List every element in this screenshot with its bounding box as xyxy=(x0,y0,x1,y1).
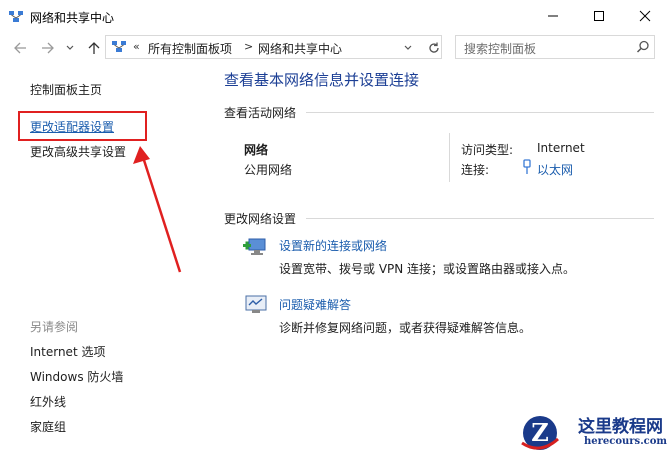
access-type-value: Internet xyxy=(537,141,585,155)
troubleshoot-icon xyxy=(245,295,267,313)
network-type: 公用网络 xyxy=(244,163,293,177)
network-center-icon xyxy=(9,11,23,22)
window-title: 网络和共享中心 xyxy=(30,11,115,25)
ethernet-link[interactable]: 以太网 xyxy=(537,161,573,178)
watermark-url: herecours.com xyxy=(584,436,668,447)
title-bar: 网络和共享中心 xyxy=(0,0,668,32)
chevron-down-icon[interactable] xyxy=(403,43,413,53)
network-name: 网络 xyxy=(244,143,269,157)
minimize-button[interactable] xyxy=(530,0,576,32)
breadcrumb-overflow[interactable]: « xyxy=(133,40,140,53)
connections-label: 连接: xyxy=(461,163,490,177)
infrared-link[interactable]: 红外线 xyxy=(30,393,66,410)
see-also-heading: 另请参阅 xyxy=(30,320,79,334)
windows-firewall-link[interactable]: Windows 防火墙 xyxy=(30,368,123,385)
access-type-label: 访问类型: xyxy=(461,143,514,157)
arrow-left-icon xyxy=(14,42,26,54)
page-title: 查看基本网络信息并设置连接 xyxy=(224,71,420,89)
svg-text:Z: Z xyxy=(531,418,549,447)
setup-new-connection-link[interactable]: 设置新的连接或网络 xyxy=(279,237,387,254)
close-icon xyxy=(639,10,651,22)
change-settings-heading: 更改网络设置 xyxy=(224,212,297,226)
divider xyxy=(306,112,654,113)
watermark-text: 这里教程网 xyxy=(578,417,663,437)
back-button[interactable] xyxy=(12,40,28,56)
divider xyxy=(449,133,450,182)
search-input[interactable]: 搜索控制面板 xyxy=(455,35,655,59)
refresh-icon[interactable] xyxy=(426,40,442,56)
search-icon[interactable] xyxy=(636,40,650,54)
close-button[interactable] xyxy=(622,0,668,32)
setup-connection-description: 设置宽带、拨号或 VPN 连接；或设置路由器或接入点。 xyxy=(279,262,576,276)
watermark-logo-icon: Z xyxy=(521,416,559,450)
address-bar: « 所有控制面板项 > 网络和共享中心 搜索控制面板 xyxy=(0,32,668,62)
address-field[interactable]: « 所有控制面板项 > 网络和共享中心 xyxy=(105,35,442,59)
maximize-button[interactable] xyxy=(576,0,622,32)
arrow-right-icon xyxy=(42,42,54,54)
control-panel-icon xyxy=(112,41,126,52)
up-button[interactable] xyxy=(86,40,102,56)
new-connection-icon xyxy=(243,238,266,255)
homegroup-link[interactable]: 家庭组 xyxy=(30,418,66,435)
chevron-down-icon xyxy=(66,45,74,50)
change-advanced-sharing-link[interactable]: 更改高级共享设置 xyxy=(30,143,126,160)
active-networks-heading: 查看活动网络 xyxy=(224,106,297,120)
control-panel-home-link[interactable]: 控制面板主页 xyxy=(30,81,102,98)
minimize-icon xyxy=(548,15,558,17)
internet-options-link[interactable]: Internet 选项 xyxy=(30,343,105,360)
ethernet-icon xyxy=(523,159,531,174)
recent-locations-button[interactable] xyxy=(62,40,78,56)
troubleshoot-description: 诊断并修复网络问题，或者获得疑难解答信息。 xyxy=(279,321,532,335)
forward-button[interactable] xyxy=(40,40,56,56)
divider xyxy=(306,218,654,219)
search-placeholder: 搜索控制面板 xyxy=(464,42,537,56)
breadcrumb-all-items[interactable]: 所有控制面板项 xyxy=(148,40,232,57)
maximize-icon xyxy=(594,11,604,21)
annotation-highlight-box xyxy=(18,111,147,141)
arrow-up-icon xyxy=(88,42,100,54)
troubleshoot-link[interactable]: 问题疑难解答 xyxy=(279,296,351,313)
annotation-arrow xyxy=(133,146,182,273)
breadcrumb-separator[interactable]: > xyxy=(244,40,253,53)
breadcrumb-network-center[interactable]: 网络和共享中心 xyxy=(258,40,342,57)
